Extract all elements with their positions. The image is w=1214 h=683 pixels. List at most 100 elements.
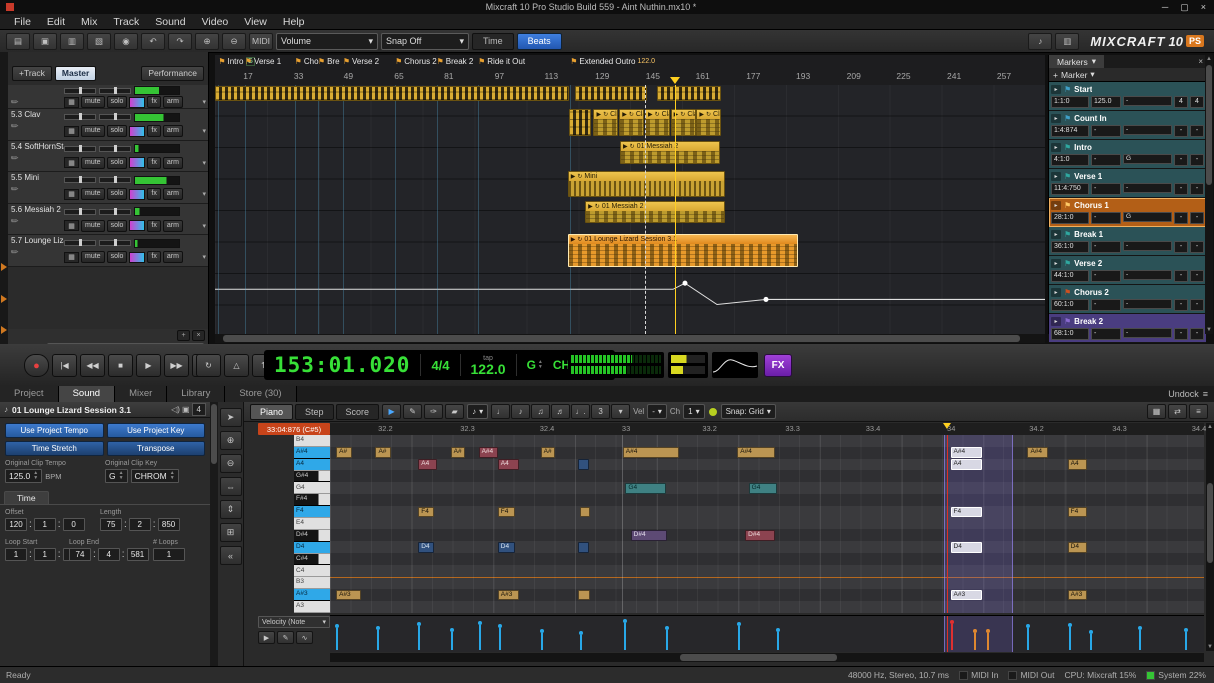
midi-note-as4[interactable]: A#4 [951, 447, 982, 458]
velocity-stem[interactable] [451, 632, 453, 650]
midi-note-as3[interactable]: A#3 [951, 590, 982, 601]
marker-key-field[interactable]: G [1123, 154, 1172, 164]
marker-row-chorus-1[interactable]: ▸⚑Chorus 128:1:0-G-- [1049, 198, 1206, 227]
marker-key-field[interactable]: - [1123, 241, 1172, 251]
mute-button[interactable]: mute [81, 251, 105, 263]
eraser-tool-icon[interactable]: ▰ [445, 404, 464, 419]
timeline-marker-bre[interactable]: ⚑Bre [318, 57, 340, 66]
clip-loop-icon[interactable]: ↻ [577, 236, 582, 243]
midi-note[interactable] [578, 459, 588, 470]
note-value-button-2[interactable]: ♫ [531, 404, 550, 419]
rewind-button[interactable]: ◀◀ [80, 354, 105, 377]
marker-row-intro[interactable]: ▸⚑Intro4:1:0-G-- [1049, 140, 1206, 169]
midi-note-f4[interactable]: F4 [498, 507, 515, 518]
waveform-color-chip[interactable] [129, 126, 145, 137]
velocity-stem[interactable] [738, 626, 740, 650]
clip-clav[interactable]: ▶↻Clav [645, 109, 670, 136]
orig-scale-field[interactable]: CHROM ▲▼ [131, 469, 179, 483]
swap-icon[interactable]: ⇄ [1168, 404, 1187, 419]
volume-select[interactable]: Volume ▾ [276, 33, 378, 50]
cd-burn-icon[interactable]: ◉ [114, 33, 138, 50]
marker-sig-num-field[interactable]: - [1174, 328, 1188, 340]
close-button[interactable]: × [1201, 2, 1206, 13]
midi-note-g4[interactable]: G4 [625, 483, 665, 494]
marker-sig-num-field[interactable]: 4 [1174, 96, 1188, 108]
marker-tempo-field[interactable]: 125.0 [1091, 96, 1121, 108]
performance-button[interactable]: Performance [141, 66, 204, 81]
zoom-in-tool-icon[interactable]: ⊕ [220, 431, 242, 450]
marker-position-field[interactable]: 1:1:0 [1051, 96, 1089, 108]
arm-button[interactable]: arm [163, 188, 183, 200]
save-icon[interactable]: ▥ [60, 33, 84, 50]
vel-pencil-icon[interactable]: ✎ [277, 631, 294, 644]
pan-slider[interactable] [99, 146, 131, 152]
note-value-button-0[interactable]: ♩ [491, 404, 510, 419]
midi-note-g4[interactable]: G4 [749, 483, 777, 494]
notation-icon[interactable]: ♪ [1028, 33, 1052, 50]
mixer-icon[interactable]: ▥ [1055, 33, 1079, 50]
pan-slider[interactable] [99, 114, 131, 120]
marker-play-icon[interactable]: ▸ [1051, 114, 1061, 123]
time-stretch-button[interactable]: Time Stretch [5, 441, 104, 456]
marker-row-verse-2[interactable]: ▸⚑Verse 244:1:0---- [1049, 256, 1206, 285]
velocity-lane[interactable] [330, 615, 1204, 652]
clip-play-icon[interactable]: ▶ [571, 236, 576, 243]
clip-loop-icon[interactable]: ↻ [629, 111, 634, 118]
midi-note-d4[interactable]: D4 [951, 542, 982, 553]
midi-note-f4[interactable]: F4 [418, 507, 434, 518]
arm-button[interactable]: arm [163, 96, 183, 108]
list-icon[interactable]: ≡ [1189, 404, 1208, 419]
tab-sound[interactable]: Sound [59, 386, 115, 402]
use-project-tempo-button[interactable]: Use Project Tempo [5, 423, 104, 438]
speaker-icon[interactable]: ◁) [171, 405, 180, 414]
sound-panel-vscrollbar[interactable] [210, 402, 218, 666]
volume-slider[interactable] [64, 209, 96, 215]
marker-sig-num-field[interactable]: - [1174, 241, 1188, 253]
note-color-picker[interactable] [708, 407, 718, 417]
mute-button[interactable]: mute [81, 157, 105, 169]
clip-clav[interactable]: ▶↻Clav [593, 109, 618, 136]
menu-item-mix[interactable]: Mix [73, 16, 105, 28]
loop-icon[interactable]: ▣ [182, 405, 190, 414]
markers-panel-close-button[interactable]: × [1198, 57, 1203, 66]
mute-button[interactable]: mute [81, 220, 105, 232]
minimize-button[interactable]: ─ [1162, 2, 1168, 13]
marker-play-icon[interactable]: ▸ [1051, 259, 1061, 268]
collapse-panel-icon[interactable]: « [220, 546, 242, 565]
clip-play-icon[interactable]: ▶ [648, 111, 653, 118]
volume-slider[interactable] [64, 240, 96, 246]
pencil-tool-icon[interactable]: ✎ [403, 404, 422, 419]
velocity-stem[interactable] [1185, 632, 1187, 650]
marker-sig-num-field[interactable]: - [1174, 154, 1188, 166]
clip-play-icon[interactable]: ▶ [588, 203, 593, 210]
brush-tool-icon[interactable]: ✑ [424, 404, 443, 419]
marker-tempo-field[interactable]: - [1091, 212, 1121, 224]
maximize-button[interactable]: ▢ [1180, 2, 1189, 13]
track-header-5-3[interactable]: 5.3 Clav✎▦mutesolofxarm▾ [8, 109, 208, 141]
fx-button[interactable]: fx [147, 125, 160, 137]
piano-key-c4[interactable]: C4 [294, 565, 330, 577]
fx-button[interactable]: fx [147, 157, 160, 169]
play-button[interactable]: ▶ [136, 354, 161, 377]
clip-pattern[interactable] [575, 86, 647, 101]
scroll-up-icon[interactable]: ▲ [1205, 56, 1213, 62]
arrangement-hscrollbar[interactable] [215, 334, 1045, 343]
velocity-stem[interactable] [1069, 627, 1071, 650]
marker-sig-den-field[interactable]: - [1190, 183, 1204, 195]
master-track-button[interactable]: Master [55, 66, 96, 81]
piano-key-a4[interactable]: A4 [294, 459, 330, 471]
clip-clav[interactable]: ▶↻Clav [619, 109, 644, 136]
velocity-stem[interactable] [974, 633, 976, 650]
tab-score[interactable]: Score [336, 404, 380, 420]
use-project-key-button[interactable]: Use Project Key [107, 423, 206, 438]
snap-select[interactable]: Snap Off ▾ [381, 33, 469, 50]
marker-key-field[interactable]: - [1123, 328, 1172, 338]
menu-item-sound[interactable]: Sound [147, 16, 193, 28]
piano-key-g4[interactable]: G4 [294, 482, 330, 494]
midi-note-as4[interactable]: A#4 [737, 447, 775, 458]
vel-curve-icon[interactable]: ∿ [296, 631, 313, 644]
marker-position-field[interactable]: 44:1:0 [1051, 270, 1089, 282]
menu-item-video[interactable]: Video [194, 16, 237, 28]
midi-note-ds4[interactable]: D#4 [631, 530, 668, 541]
collapse-handle-icon[interactable] [1, 295, 7, 303]
